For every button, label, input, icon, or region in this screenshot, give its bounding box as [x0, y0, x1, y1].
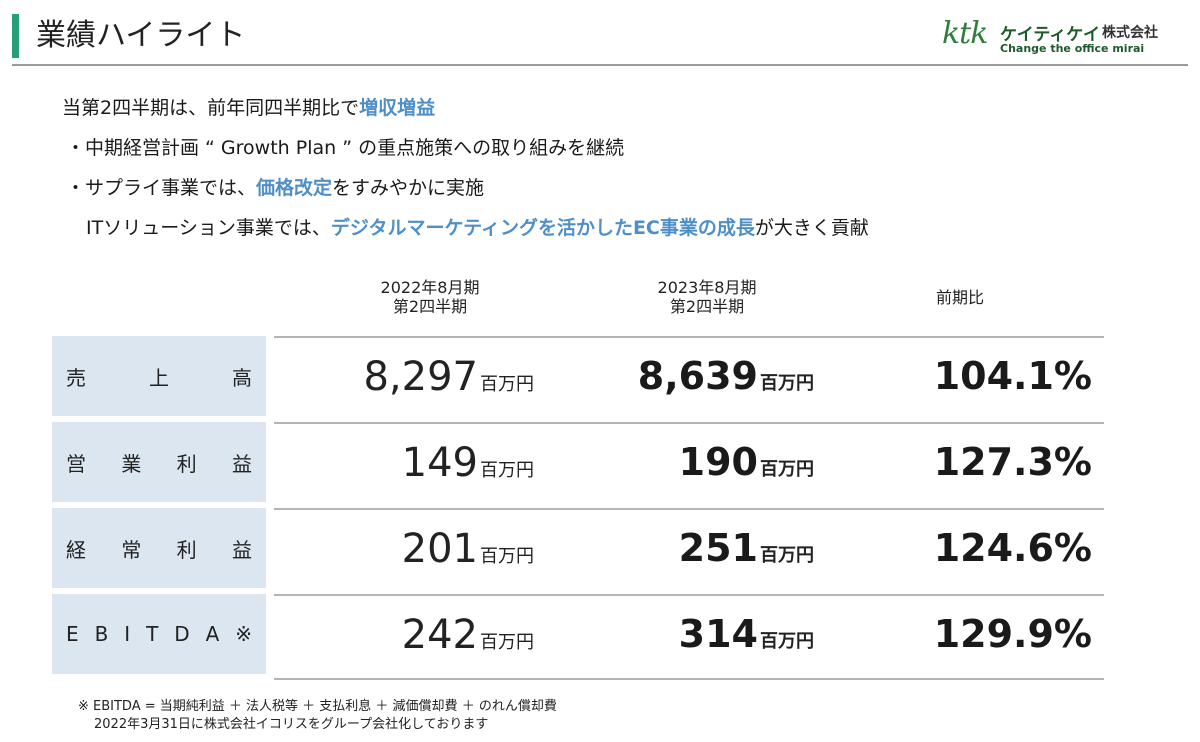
column-header-line: 2022年8月期 — [380, 278, 480, 297]
ratio-value: 124.6% — [933, 526, 1092, 570]
summary-line-4: ITソリューション事業では、デジタルマーケティングを活かしたEC事業の成長が大き… — [62, 208, 869, 248]
table-row-ebitda: E B I T D A ※ 242 百万円 314 百万円 129.9% — [52, 594, 1104, 680]
summary-text: ITソリューション事業では、 — [86, 217, 331, 239]
row-label-cell: 営 業 利 益 — [52, 422, 266, 502]
unit-label: 百万円 — [480, 374, 534, 395]
footnote-line-2: 2022年3月31日に株式会社イコリスをグループ会社化しております — [94, 717, 489, 732]
curr-value: 8,639 — [637, 354, 758, 398]
summary-text: をすみやかに実施 — [332, 177, 485, 199]
page-title: 業績ハイライト — [36, 18, 246, 53]
table-row-sales: 売 上 高 8,297 百万円 8,639 百万円 104.1% — [52, 336, 1104, 422]
logo-corp: 株式会社 — [1102, 25, 1158, 41]
summary-text: ・サプライ事業では、 — [66, 177, 257, 199]
unit-label: 百万円 — [760, 459, 814, 480]
prev-value-cell: 149 百万円 — [402, 440, 534, 486]
column-header-2023: 2023年8月期 第2四半期 — [622, 278, 792, 316]
summary-text: が大きく貢献 — [754, 217, 869, 239]
row-label: E B I T D A ※ — [66, 622, 252, 646]
ratio-value: 127.3% — [933, 440, 1092, 484]
summary-line-1: 当第2四半期は、前年同四半期比で増収増益 — [62, 88, 869, 128]
row-label-cell: 売 上 高 — [52, 336, 266, 416]
column-header-line: 第2四半期 — [392, 297, 468, 316]
row-label: 売 上 高 — [66, 365, 252, 390]
curr-value-cell: 251 百万円 — [679, 526, 814, 570]
ratio-value: 104.1% — [933, 354, 1092, 398]
summary-highlight: 増収増益 — [359, 97, 436, 119]
footnote-line-1: ※ EBITDA = 当期純利益 ＋ 法人税等 ＋ 支払利息 ＋ 減価償却費 ＋… — [78, 699, 557, 714]
logo-mark: ktk — [942, 16, 988, 51]
title-divider — [12, 64, 1188, 66]
summary-highlight: デジタルマーケティングを活かしたEC事業の成長 — [330, 217, 755, 239]
row-label: 経 常 利 益 — [66, 537, 252, 562]
company-logo: ktk ケイティケイ 株式会社 Change the office mirai — [942, 14, 1182, 60]
curr-value-cell: 8,639 百万円 — [638, 354, 814, 398]
table-row-ordinary-profit: 経 常 利 益 201 百万円 251 百万円 124.6% — [52, 508, 1104, 594]
row-divider — [274, 422, 1104, 424]
prev-value: 201 — [401, 526, 478, 572]
table-row-operating-profit: 営 業 利 益 149 百万円 190 百万円 127.3% — [52, 422, 1104, 508]
prev-value-cell: 8,297 百万円 — [363, 354, 534, 400]
row-divider — [274, 594, 1104, 596]
curr-value-cell: 314 百万円 — [679, 612, 814, 656]
ratio-value: 129.9% — [933, 612, 1092, 656]
curr-value-cell: 190 百万円 — [679, 440, 814, 484]
prev-value: 242 — [401, 612, 478, 658]
prev-value-cell: 201 百万円 — [402, 526, 534, 572]
summary-block: 当第2四半期は、前年同四半期比で増収増益 ・中期経営計画 “ Growth Pl… — [62, 88, 869, 248]
summary-highlight: 価格改定 — [256, 177, 333, 199]
row-label-cell: E B I T D A ※ — [52, 594, 266, 674]
curr-value: 190 — [678, 440, 758, 484]
column-header-line: 2023年8月期 — [657, 278, 757, 297]
prev-value-cell: 242 百万円 — [402, 612, 534, 658]
unit-label: 百万円 — [760, 631, 814, 652]
logo-tagline: Change the office mirai — [1000, 42, 1145, 55]
summary-line-2: ・中期経営計画 “ Growth Plan ” の重点施策への取り組みを継続 — [66, 137, 625, 159]
row-label-cell: 経 常 利 益 — [52, 508, 266, 588]
unit-label: 百万円 — [760, 373, 814, 394]
table-bottom-divider — [274, 678, 1104, 680]
title-accent-bar — [12, 14, 19, 58]
column-header-line: 第2四半期 — [669, 297, 745, 316]
summary-line-3: ・サプライ事業では、価格改定をすみやかに実施 — [62, 168, 869, 208]
column-header-2022: 2022年8月期 第2四半期 — [345, 278, 515, 316]
prev-value: 8,297 — [363, 354, 478, 400]
unit-label: 百万円 — [760, 545, 814, 566]
column-header-line: 前期比 — [935, 288, 984, 307]
curr-value: 314 — [678, 612, 758, 656]
column-header-ratio: 前期比 — [900, 288, 1020, 307]
unit-label: 百万円 — [480, 546, 534, 567]
unit-label: 百万円 — [480, 460, 534, 481]
row-divider — [274, 336, 1104, 338]
summary-text: 当第2四半期は、前年同四半期比で — [62, 97, 360, 119]
row-label: 営 業 利 益 — [66, 451, 252, 476]
prev-value: 149 — [401, 440, 478, 486]
curr-value: 251 — [678, 526, 758, 570]
footnote: ※ EBITDA = 当期純利益 ＋ 法人税等 ＋ 支払利息 ＋ 減価償却費 ＋… — [78, 698, 557, 734]
unit-label: 百万円 — [480, 632, 534, 653]
row-divider — [274, 508, 1104, 510]
